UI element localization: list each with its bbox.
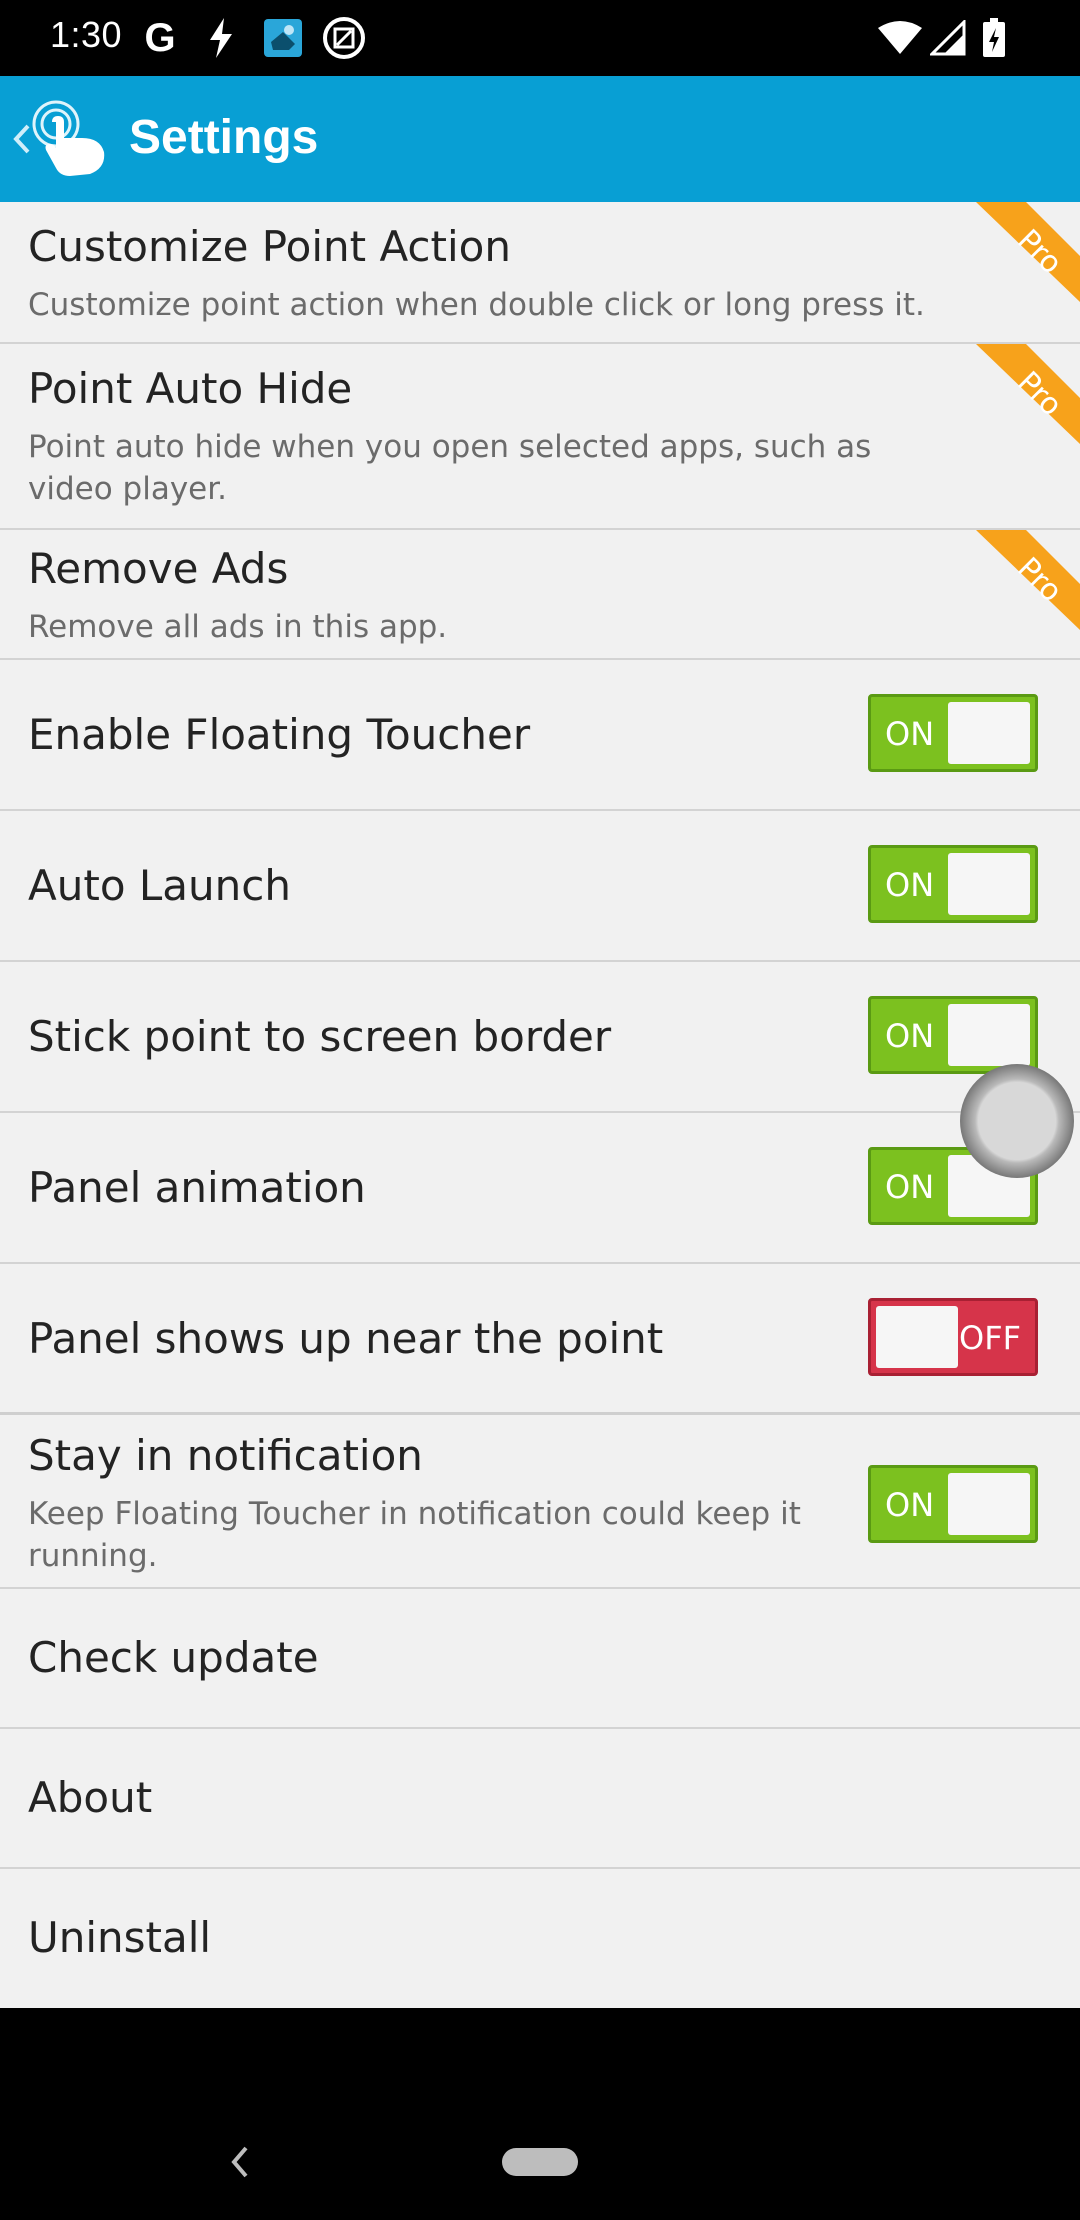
status-time: 1:30	[50, 14, 123, 55]
setting-enable-floating-toucher[interactable]: Enable Floating Toucher ON	[0, 660, 1080, 811]
page-title: Settings	[129, 111, 319, 164]
setting-subtitle: Keep Floating Toucher in notification co…	[28, 1496, 801, 1574]
setting-title: Stick point to screen border	[28, 1012, 612, 1061]
app-bar: Settings	[0, 76, 1080, 202]
toggle-knob	[876, 1306, 958, 1368]
setting-title: Panel shows up near the point	[28, 1314, 664, 1363]
setting-title: Customize Point Action	[28, 222, 511, 271]
setting-about[interactable]: About	[0, 1729, 1080, 1869]
stay-in-notification-toggle[interactable]: ON	[868, 1465, 1038, 1543]
pro-badge: Pro	[976, 202, 1080, 302]
status-bar: 1:30 G	[0, 0, 1080, 76]
screenshot-icon	[322, 17, 366, 59]
setting-title: Stay in notification	[28, 1431, 423, 1480]
setting-uninstall[interactable]: Uninstall	[0, 1869, 1080, 2008]
setting-customize-point-action[interactable]: Customize Point Action Customize point a…	[0, 202, 1080, 344]
auto-launch-toggle[interactable]: ON	[868, 845, 1038, 923]
panel-near-point-toggle[interactable]: OFF	[868, 1298, 1038, 1376]
app-notification-icon	[262, 18, 304, 58]
system-nav-bar	[0, 2008, 1080, 2220]
toggle-knob	[948, 853, 1030, 915]
toggle-knob	[948, 702, 1030, 764]
setting-remove-ads[interactable]: Remove Ads Remove all ads in this app. P…	[0, 530, 1080, 660]
settings-list: Customize Point Action Customize point a…	[0, 202, 1080, 2008]
nav-back-icon[interactable]	[226, 2142, 254, 2182]
floating-toucher-logo-icon	[30, 98, 114, 182]
nav-home-pill[interactable]	[502, 2148, 578, 2176]
setting-title: Uninstall	[28, 1913, 212, 1962]
stick-point-toggle[interactable]: ON	[868, 996, 1038, 1074]
floating-touch-point[interactable]	[960, 1064, 1074, 1178]
setting-title: Point Auto Hide	[28, 364, 353, 413]
toggle-knob	[948, 1473, 1030, 1535]
setting-subtitle: Remove all ads in this app.	[28, 609, 448, 645]
signal-icon	[928, 18, 968, 58]
setting-title: Check update	[28, 1633, 319, 1682]
pro-badge: Pro	[976, 344, 1080, 444]
setting-panel-animation[interactable]: Panel animation ON	[0, 1113, 1080, 1264]
setting-title: About	[28, 1773, 153, 1822]
setting-subtitle: Point auto hide when you open selected a…	[28, 429, 872, 507]
flash-icon	[204, 18, 238, 58]
toggle-knob	[948, 1004, 1030, 1066]
setting-stick-point-to-screen-border[interactable]: Stick point to screen border ON	[0, 962, 1080, 1113]
setting-panel-shows-up-near-point[interactable]: Panel shows up near the point OFF	[0, 1264, 1080, 1415]
setting-title: Remove Ads	[28, 544, 289, 593]
setting-point-auto-hide[interactable]: Point Auto Hide Point auto hide when you…	[0, 344, 1080, 530]
setting-title: Panel animation	[28, 1163, 366, 1212]
setting-title: Enable Floating Toucher	[28, 710, 531, 759]
battery-icon	[980, 18, 1008, 58]
setting-check-update[interactable]: Check update	[0, 1589, 1080, 1729]
wifi-icon	[878, 18, 922, 58]
enable-floating-toucher-toggle[interactable]: ON	[868, 694, 1038, 772]
setting-title: Auto Launch	[28, 861, 291, 910]
pro-badge: Pro	[976, 530, 1080, 630]
setting-auto-launch[interactable]: Auto Launch ON	[0, 811, 1080, 962]
setting-stay-in-notification[interactable]: Stay in notification Keep Floating Touch…	[0, 1415, 1080, 1589]
setting-subtitle: Customize point action when double click…	[28, 287, 925, 323]
google-icon: G	[144, 15, 176, 60]
